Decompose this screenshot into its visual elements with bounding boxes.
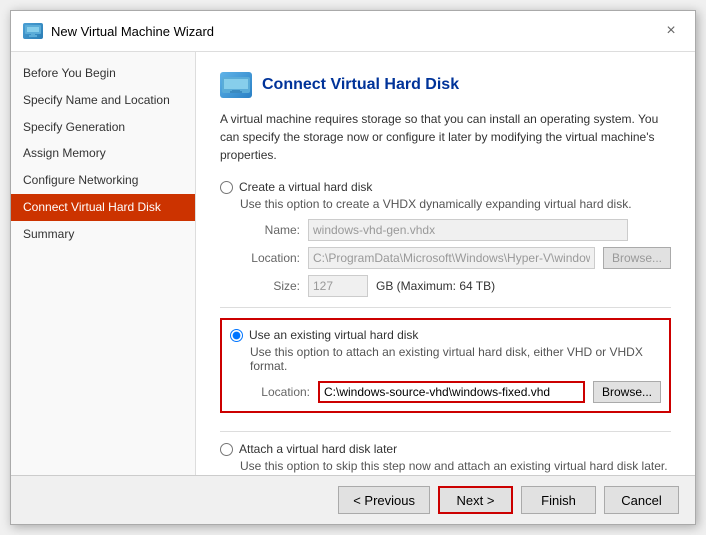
size-suffix: GB (Maximum: 64 TB) <box>376 279 495 293</box>
finish-button[interactable]: Finish <box>521 486 596 514</box>
wizard-icon <box>23 23 43 39</box>
footer: < Previous Next > Finish Cancel <box>11 475 695 524</box>
option2-fields: Location: Browse... <box>250 381 661 403</box>
name-input[interactable] <box>308 219 628 241</box>
option2-label[interactable]: Use an existing virtual hard disk <box>230 328 661 342</box>
sidebar-item-2[interactable]: Specify Generation <box>11 114 195 141</box>
option3-section: Attach a virtual hard disk later Use thi… <box>220 442 671 473</box>
option2-section: Use an existing virtual hard disk Use th… <box>230 328 661 403</box>
section-icon <box>220 72 252 98</box>
name-label: Name: <box>240 223 300 237</box>
size-field-row: Size: GB (Maximum: 64 TB) <box>240 275 671 297</box>
option1-section: Create a virtual hard disk Use this opti… <box>220 180 671 297</box>
option3-label[interactable]: Attach a virtual hard disk later <box>220 442 671 456</box>
sidebar-item-4[interactable]: Configure Networking <box>11 167 195 194</box>
existing-location-label: Location: <box>250 385 310 399</box>
content-area: Before You BeginSpecify Name and Locatio… <box>11 52 695 475</box>
divider2 <box>220 431 671 432</box>
location-field-row: Location: Browse... <box>240 247 671 269</box>
divider1 <box>220 307 671 308</box>
size-input[interactable] <box>308 275 368 297</box>
option1-radio[interactable] <box>220 181 233 194</box>
location-label: Location: <box>240 251 300 265</box>
option1-desc: Use this option to create a VHDX dynamic… <box>240 197 671 211</box>
title-bar: New Virtual Machine Wizard × <box>11 11 695 52</box>
option1-label[interactable]: Create a virtual hard disk <box>220 180 671 194</box>
location-browse-button[interactable]: Browse... <box>603 247 671 269</box>
sidebar-item-3[interactable]: Assign Memory <box>11 140 195 167</box>
sidebar-item-0[interactable]: Before You Begin <box>11 60 195 87</box>
option2-highlight: Use an existing virtual hard disk Use th… <box>220 318 671 413</box>
existing-browse-button[interactable]: Browse... <box>593 381 661 403</box>
option1-fields: Name: Location: Browse... Size: GB (Maxi… <box>240 219 671 297</box>
main-description: A virtual machine requires storage so th… <box>220 110 671 164</box>
section-title: Connect Virtual Hard Disk <box>262 76 459 94</box>
close-button[interactable]: × <box>659 19 683 43</box>
dialog: New Virtual Machine Wizard × Before You … <box>10 10 696 525</box>
sidebar-item-5[interactable]: Connect Virtual Hard Disk <box>11 194 195 221</box>
option3-radio[interactable] <box>220 443 233 456</box>
sidebar-item-1[interactable]: Specify Name and Location <box>11 87 195 114</box>
section-title-area: Connect Virtual Hard Disk <box>220 72 671 98</box>
title-bar-left: New Virtual Machine Wizard <box>23 23 214 39</box>
next-button[interactable]: Next > <box>438 486 513 514</box>
sidebar-item-6[interactable]: Summary <box>11 221 195 248</box>
sidebar: Before You BeginSpecify Name and Locatio… <box>11 52 196 475</box>
option3-desc: Use this option to skip this step now an… <box>240 459 671 473</box>
name-field-row: Name: <box>240 219 671 241</box>
location-input[interactable] <box>308 247 595 269</box>
previous-button[interactable]: < Previous <box>338 486 430 514</box>
cancel-button[interactable]: Cancel <box>604 486 679 514</box>
option2-desc: Use this option to attach an existing vi… <box>250 345 661 373</box>
main-content: Connect Virtual Hard Disk A virtual mach… <box>196 52 695 475</box>
dialog-title: New Virtual Machine Wizard <box>51 24 214 39</box>
option2-radio[interactable] <box>230 329 243 342</box>
existing-location-row: Location: Browse... <box>250 381 661 403</box>
existing-location-input[interactable] <box>318 381 585 403</box>
size-label: Size: <box>240 279 300 293</box>
